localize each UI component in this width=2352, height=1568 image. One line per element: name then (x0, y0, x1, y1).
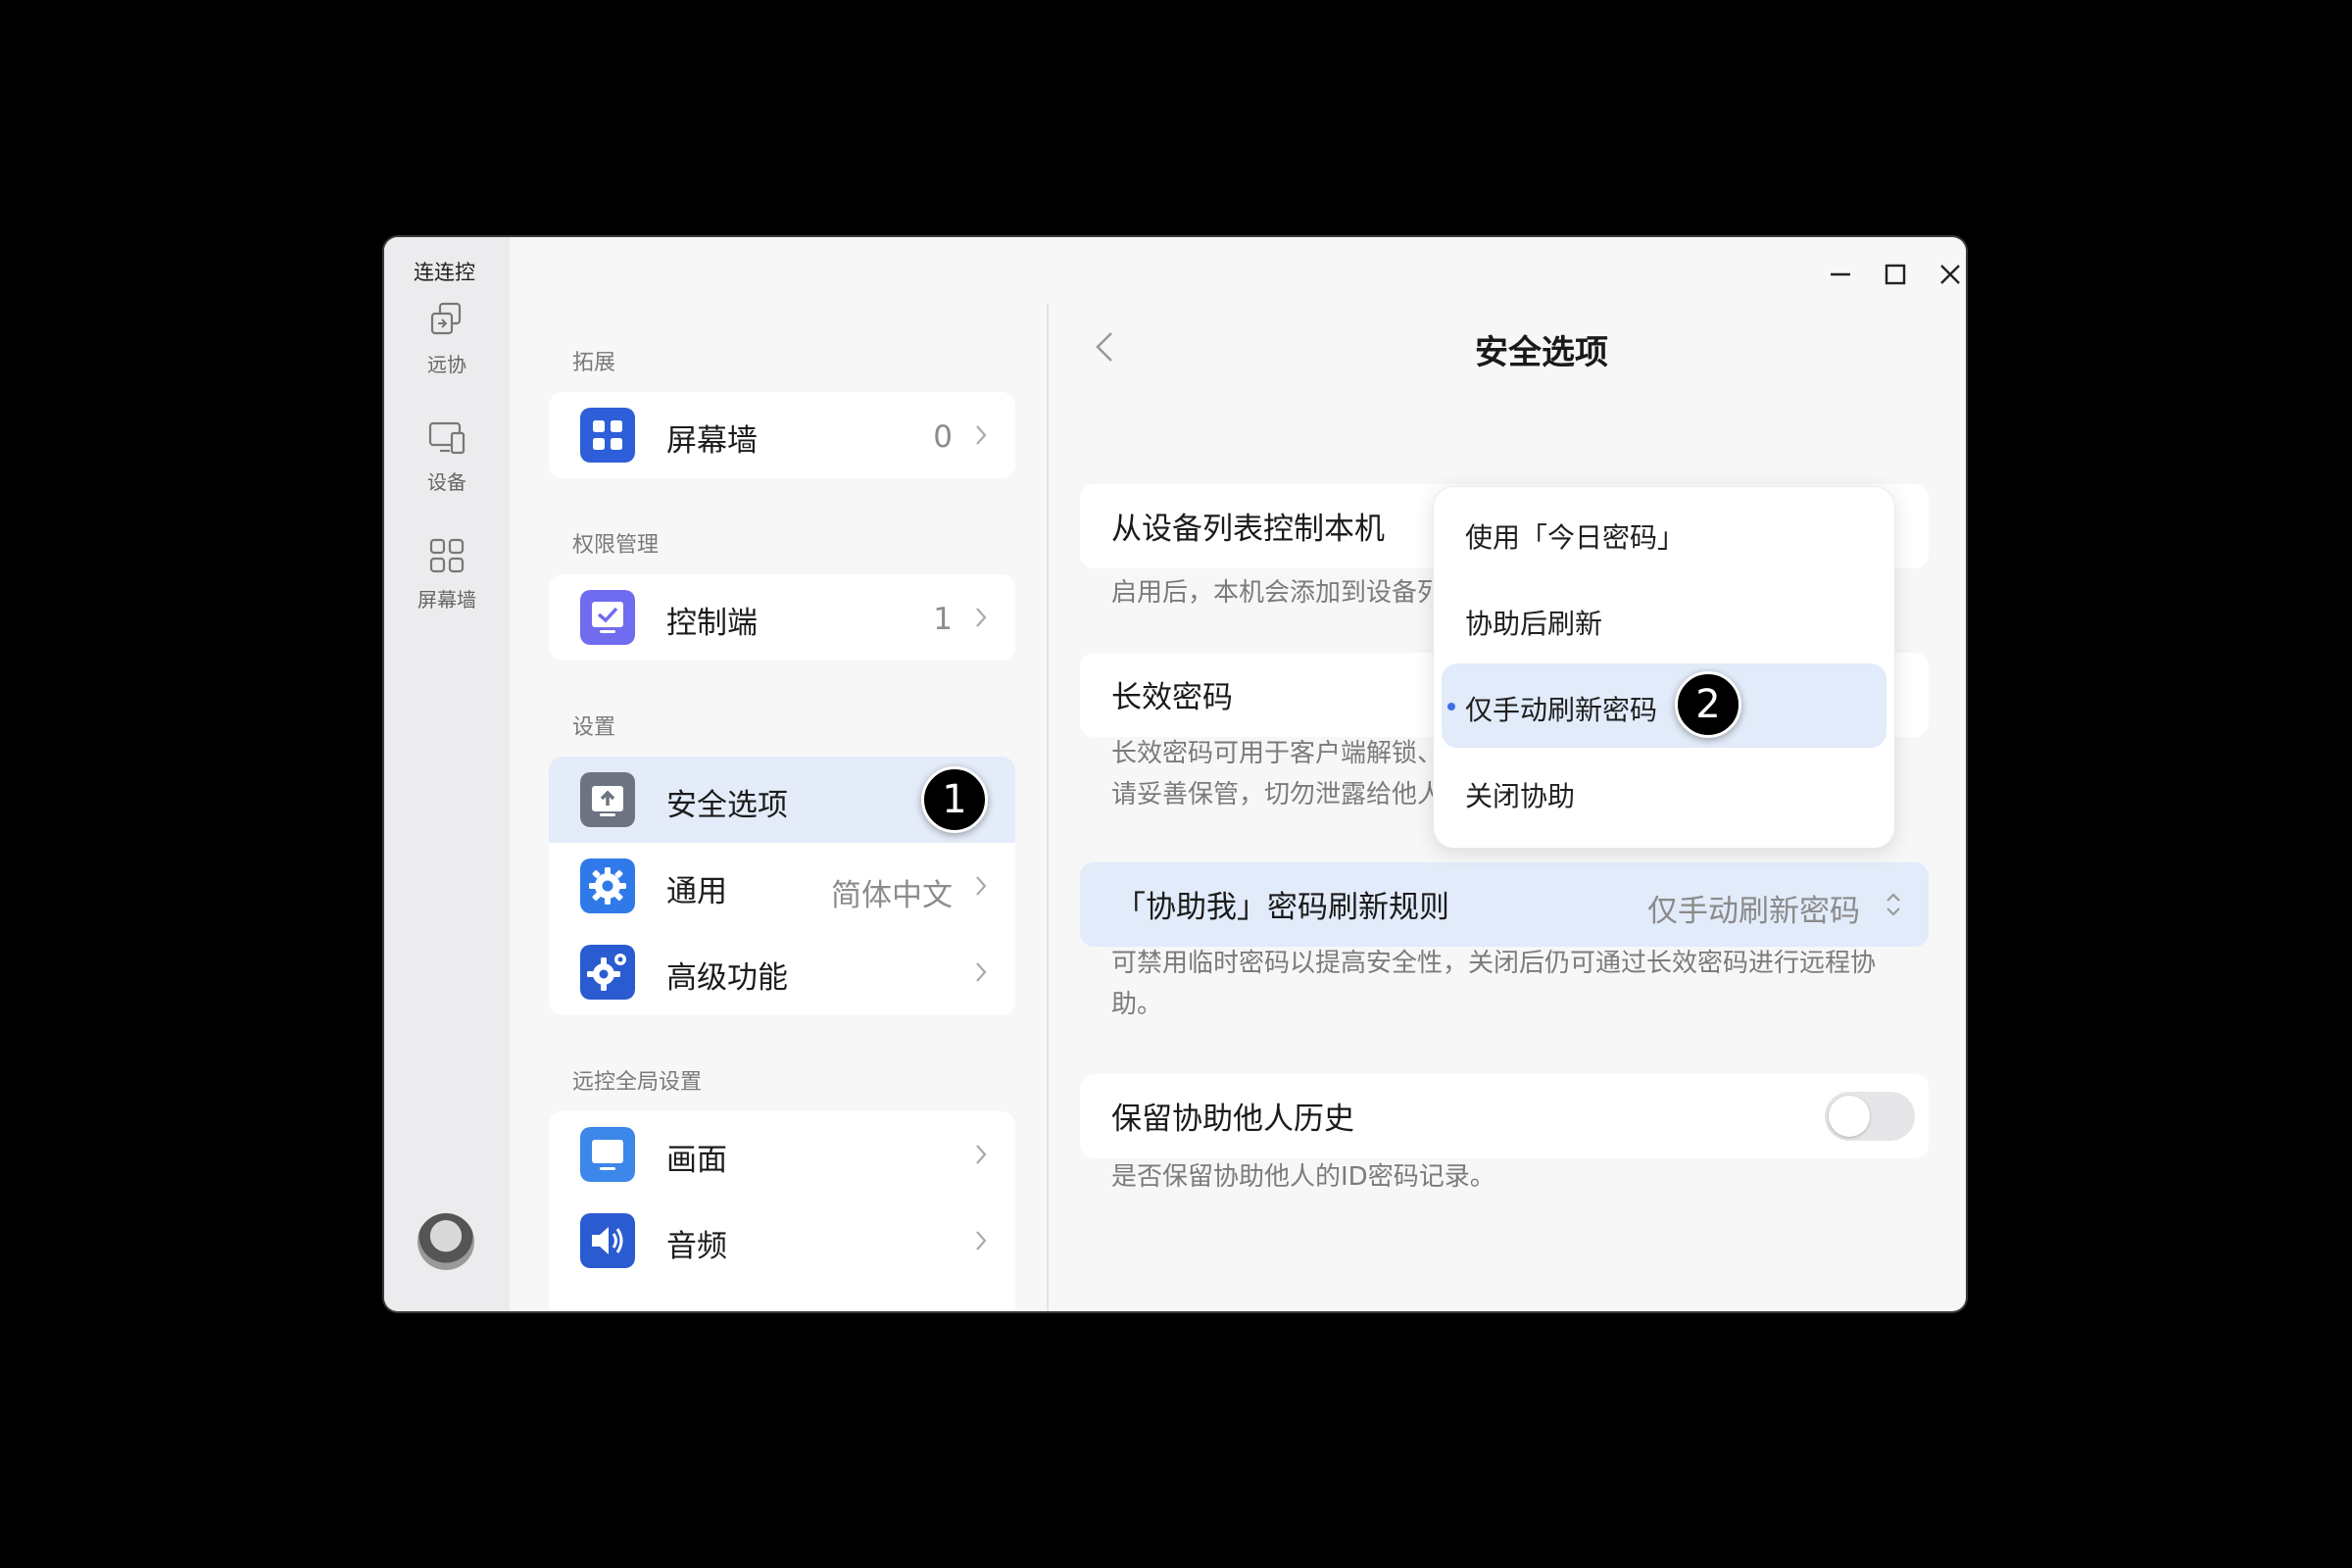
section-label-remote-global: 远控全局设置 (572, 1070, 703, 1095)
row-general[interactable]: 通用 简体中文 (549, 843, 1015, 929)
maximize-icon[interactable] (1878, 257, 1913, 292)
speaker-icon (580, 1213, 635, 1268)
chevron-right-icon (976, 962, 987, 982)
option-label: 仅手动刷新密码 (1465, 694, 1658, 726)
devices-icon (428, 421, 466, 455)
refresh-rule-value: 仅手动刷新密码 (1647, 894, 1860, 929)
section-label-settings: 设置 (572, 715, 616, 740)
option-label: 关闭协助 (1465, 780, 1576, 812)
gear-icon (580, 858, 635, 913)
grid-icon (429, 538, 465, 573)
row-screen-wall[interactable]: 屏幕墙 0 (549, 392, 1015, 478)
rail-item-devices[interactable]: 设备 (384, 414, 510, 521)
app-window: 连连控 远协 设备 屏幕墙 拓展 屏幕墙 0 权限管理 控制端 1 设置 安全选… (384, 237, 1966, 1311)
setting-title-device-control: 从设备列表控制本机 (1111, 512, 1385, 547)
card-permissions: 控制端 1 (549, 574, 1015, 661)
option-label: 使用「今日密码」 (1465, 521, 1686, 554)
rail-item-remote-assist[interactable]: 远协 (384, 296, 510, 404)
rail-item-screen-wall[interactable]: 屏幕墙 (384, 531, 510, 639)
settings-list-panel: 拓展 屏幕墙 0 权限管理 控制端 1 设置 安全选项 通用 简体中文 高级功能… (510, 237, 1039, 1311)
row-controller[interactable]: 控制端 1 (549, 574, 1015, 661)
rail-label-screen-wall: 屏幕墙 (417, 588, 476, 612)
section-label-permissions: 权限管理 (572, 533, 660, 558)
nav-rail: 连连控 远协 设备 屏幕墙 (384, 237, 510, 1311)
chevron-right-icon (976, 425, 987, 445)
step-badge-1: 1 (921, 766, 988, 833)
remote-assist-icon (430, 302, 462, 335)
chevron-right-icon (976, 1231, 987, 1250)
row-label-advanced: 高级功能 (666, 960, 788, 996)
setting-title-refresh-rule: 「协助我」密码刷新规则 (1115, 890, 1449, 925)
close-icon[interactable] (1933, 257, 1966, 292)
row-label-screen-wall: 屏幕墙 (666, 423, 758, 459)
option-label: 协助后刷新 (1465, 608, 1603, 640)
row-label-audio: 音频 (666, 1229, 727, 1264)
chevron-right-icon (976, 1145, 987, 1164)
row-audio[interactable]: 音频 (549, 1198, 1015, 1284)
dropdown-option-today-password[interactable]: 使用「今日密码」 (1442, 491, 1886, 575)
display-icon (580, 1127, 635, 1182)
screen-wall-count: 0 (933, 419, 953, 455)
step-badge-2: 2 (1675, 671, 1741, 738)
row-advanced[interactable]: 高级功能 (549, 929, 1015, 1015)
setting-keep-history: 保留协助他人历史 (1080, 1074, 1929, 1158)
card-extension: 屏幕墙 0 (549, 392, 1015, 478)
dropdown-option-refresh-after-assist[interactable]: 协助后刷新 (1442, 577, 1886, 662)
setting-title-long-password: 长效密码 (1111, 680, 1233, 715)
select-updown-icon (1886, 893, 1900, 916)
screen-wall-icon (580, 408, 635, 463)
controller-count: 1 (933, 602, 953, 637)
setting-desc-keep-history: 是否保留协助他人的ID密码记录。 (1111, 1162, 1495, 1192)
dropdown-option-disable-assist[interactable]: 关闭协助 (1442, 750, 1886, 834)
controller-icon (580, 590, 635, 645)
keep-history-toggle[interactable] (1825, 1092, 1915, 1141)
page-title: 安全选项 (1475, 333, 1608, 372)
language-value: 简体中文 (831, 878, 953, 913)
minimize-icon[interactable] (1823, 257, 1858, 292)
chevron-right-icon (976, 608, 987, 627)
setting-refresh-rule-select[interactable]: 「协助我」密码刷新规则 仅手动刷新密码 (1080, 862, 1929, 947)
security-icon (580, 772, 635, 827)
row-display[interactable]: 画面 (549, 1111, 1015, 1198)
rail-label-devices: 设备 (427, 470, 466, 494)
setting-desc-refresh-rule: 可禁用临时密码以提高安全性，关闭后仍可通过长效密码进行远程协助。 (1111, 949, 1877, 1019)
row-label-display: 画面 (666, 1143, 727, 1178)
setting-title-keep-history: 保留协助他人历史 (1111, 1102, 1354, 1137)
advanced-gear-icon (580, 945, 635, 1000)
user-avatar[interactable] (417, 1213, 474, 1270)
row-label-controller: 控制端 (666, 606, 758, 641)
section-label-extension: 拓展 (572, 351, 616, 375)
app-title: 连连控 (414, 261, 475, 284)
chevron-right-icon (976, 876, 987, 896)
row-label-security: 安全选项 (666, 788, 788, 823)
selected-dot-icon (1447, 703, 1455, 710)
rail-label-remote-assist: 远协 (427, 353, 466, 376)
refresh-rule-dropdown: 使用「今日密码」 协助后刷新 仅手动刷新密码 关闭协助 2 (1433, 486, 1895, 849)
card-remote-global: 画面 音频 (549, 1111, 1015, 1311)
row-label-general: 通用 (666, 874, 727, 909)
dropdown-option-manual-refresh[interactable]: 仅手动刷新密码 (1442, 663, 1886, 748)
toggle-knob (1829, 1096, 1870, 1137)
